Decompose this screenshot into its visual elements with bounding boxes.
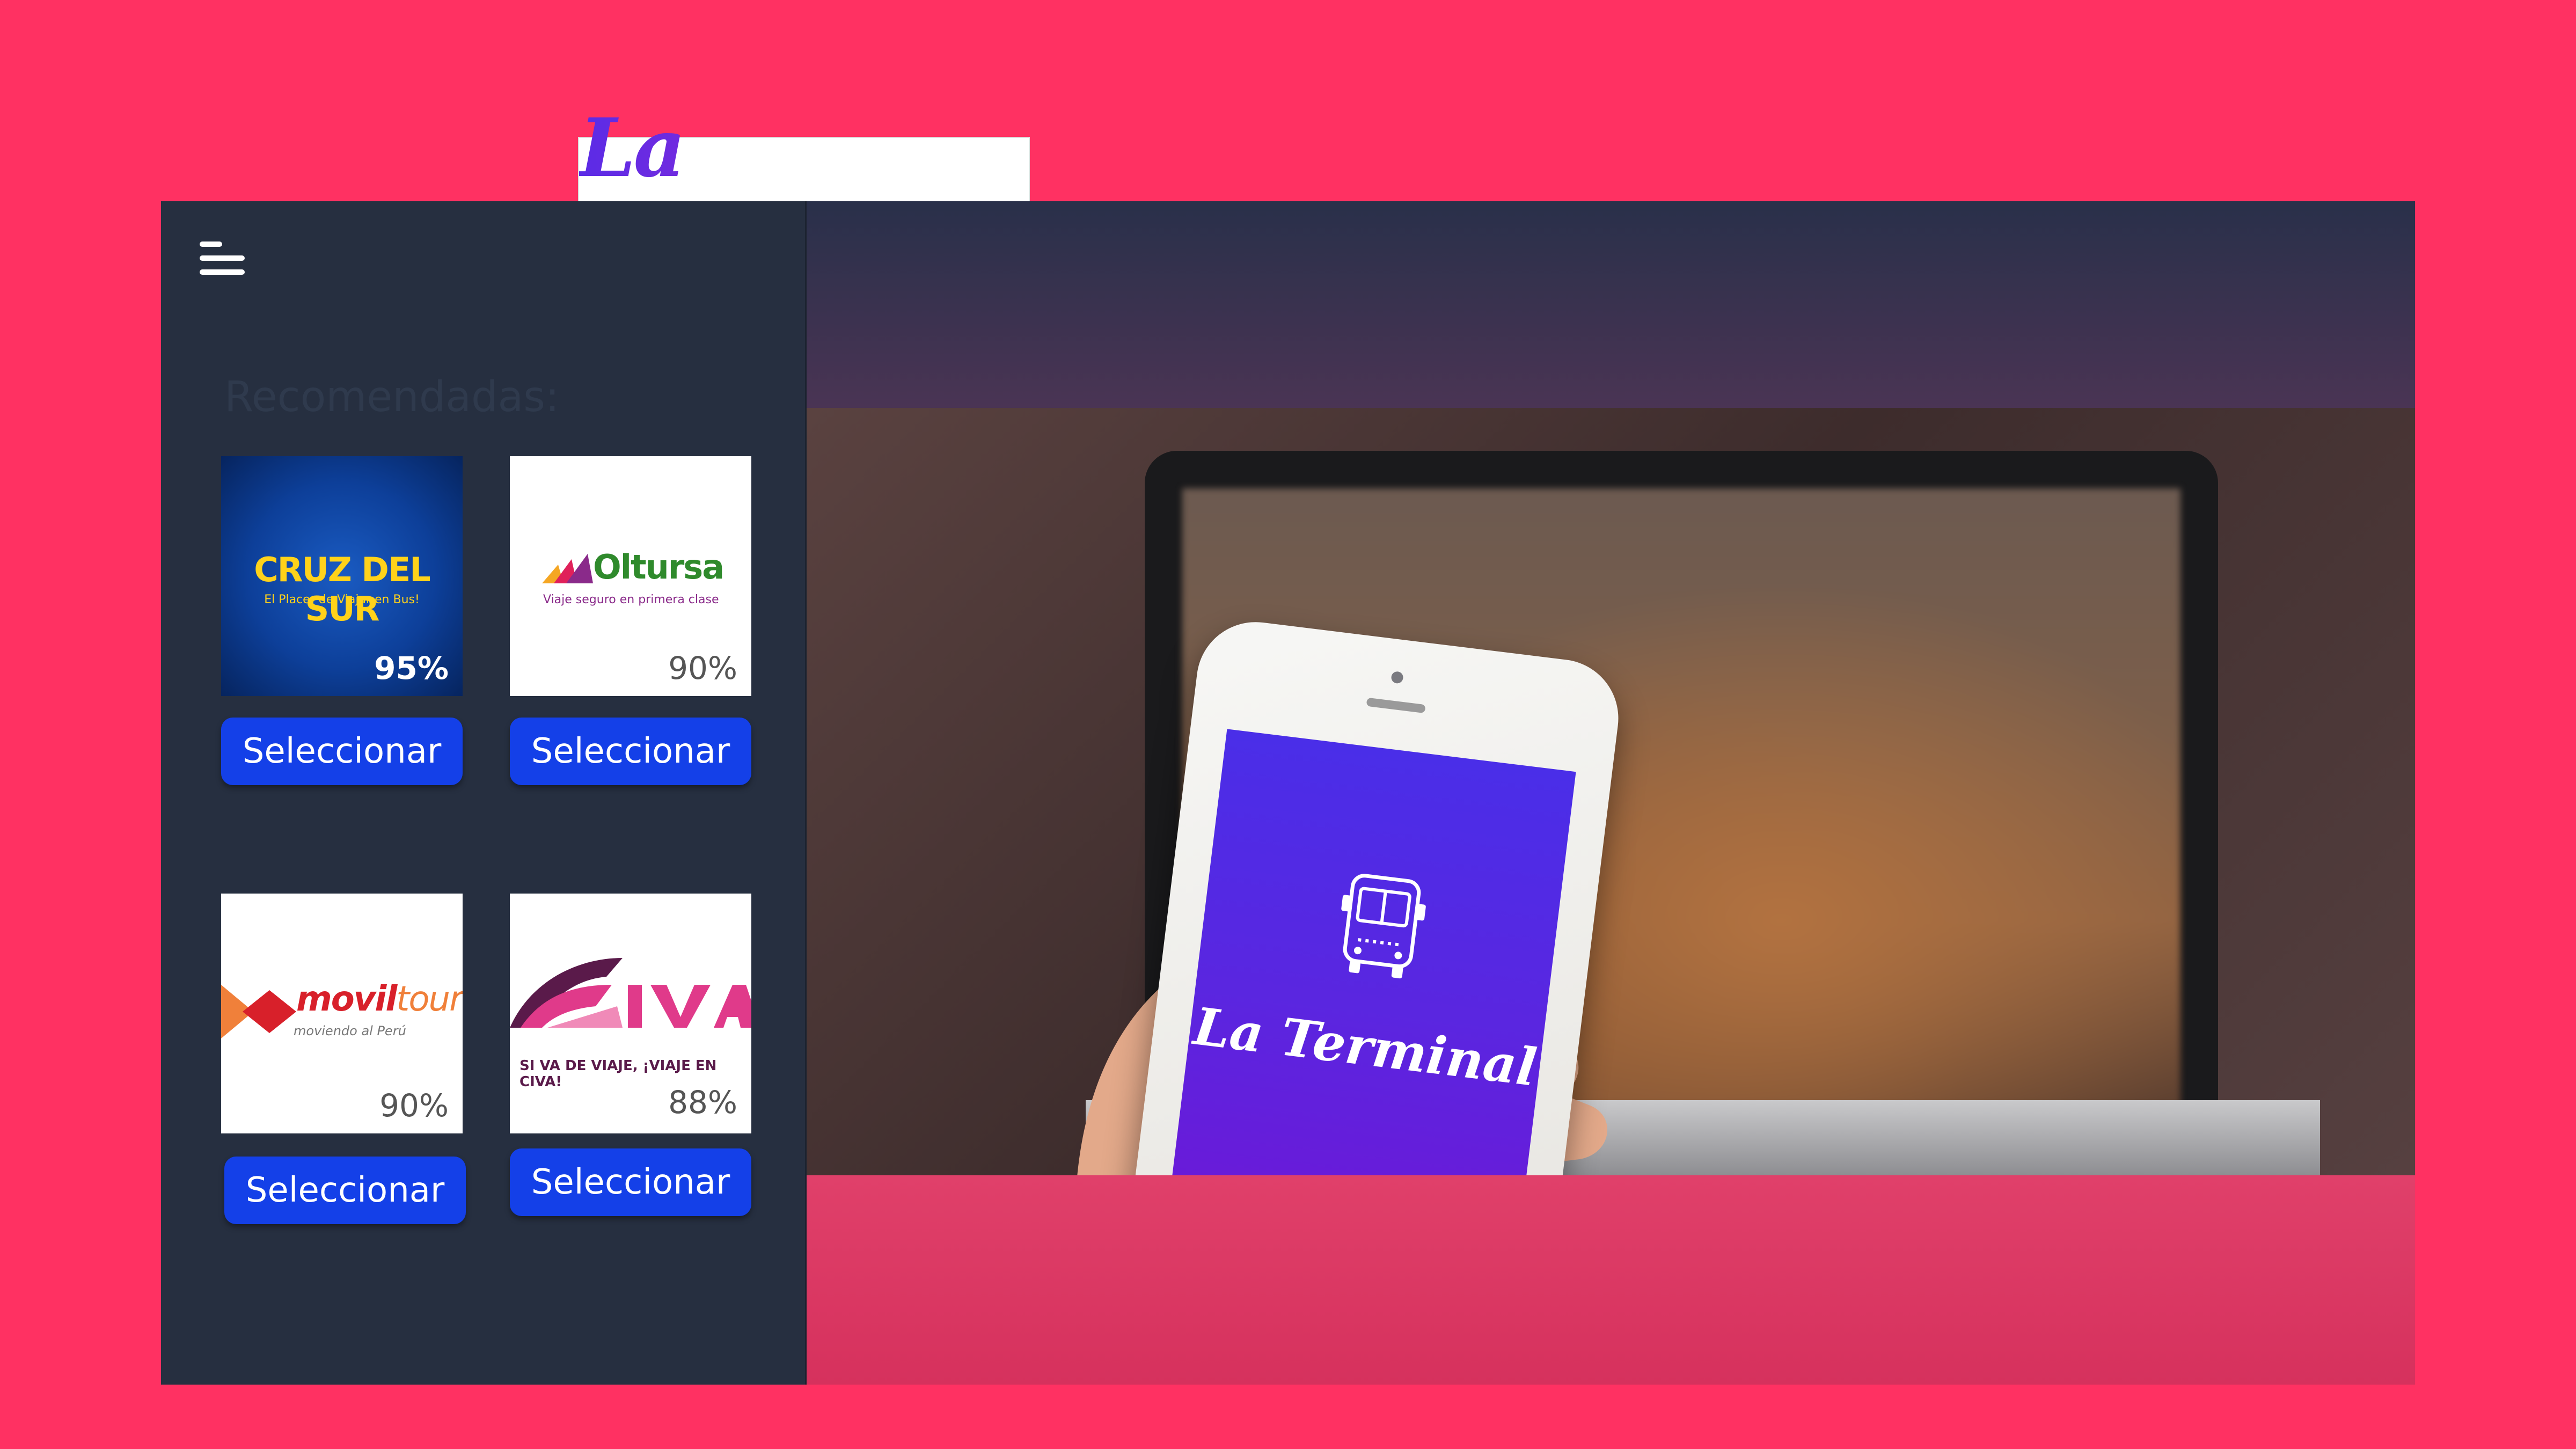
- hero-area: La Terminal: [807, 201, 2415, 1385]
- select-button-movil-tours[interactable]: Seleccionar: [224, 1157, 466, 1224]
- sidebar: Recomendadas: CRUZ DEL SUR El Placer de …: [161, 201, 807, 1385]
- rating-percent: 95%: [374, 650, 449, 686]
- phone-screen: La Terminal: [1170, 729, 1576, 1235]
- rating-percent: 90%: [668, 650, 737, 686]
- app-window: Recomendadas: CRUZ DEL SUR El Placer de …: [161, 201, 2415, 1385]
- company-card-cruz-del-sur[interactable]: CRUZ DEL SUR El Placer de Viajar en Bus!…: [221, 456, 463, 696]
- menu-icon[interactable]: [200, 241, 245, 277]
- section-title: Recomendadas:: [224, 373, 560, 421]
- company-tagline: moviendo al Perú: [294, 1023, 406, 1038]
- company-tagline: El Placer de Viajar en Bus!: [264, 593, 420, 606]
- company-card-oltursa[interactable]: Oltursa Viaje seguro en primera clase 90…: [510, 456, 751, 696]
- select-button-cruz-del-sur[interactable]: Seleccionar: [221, 718, 463, 785]
- hero-top-band: [807, 201, 2415, 408]
- rating-percent: 90%: [379, 1087, 449, 1124]
- select-button-civa[interactable]: Seleccionar: [510, 1148, 751, 1216]
- hero-bottom-band: [807, 1175, 2415, 1385]
- company-card-movil-tours[interactable]: moviltours moviendo al Perú 90%: [221, 894, 463, 1133]
- civa-logo: [510, 958, 751, 1028]
- phone-brand-text: La Terminal: [1190, 996, 1540, 1098]
- company-logo-text: moviltours: [296, 979, 463, 1019]
- company-logo-text: Oltursa: [593, 547, 724, 587]
- rating-percent: 88%: [668, 1084, 737, 1121]
- movil-tours-logo-mark: [221, 985, 296, 1038]
- oltursa-logo-mark: [542, 554, 593, 583]
- company-card-civa[interactable]: SI VA DE VIAJE, ¡VIAJE EN CIVA! 88%: [510, 894, 751, 1133]
- bus-icon: [1341, 874, 1426, 979]
- select-button-oltursa[interactable]: Seleccionar: [510, 718, 751, 785]
- company-tagline: Viaje seguro en primera clase: [543, 593, 719, 606]
- company-logo-text: CRUZ DEL SUR: [254, 550, 430, 628]
- hero-photo: La Terminal: [807, 408, 2415, 1349]
